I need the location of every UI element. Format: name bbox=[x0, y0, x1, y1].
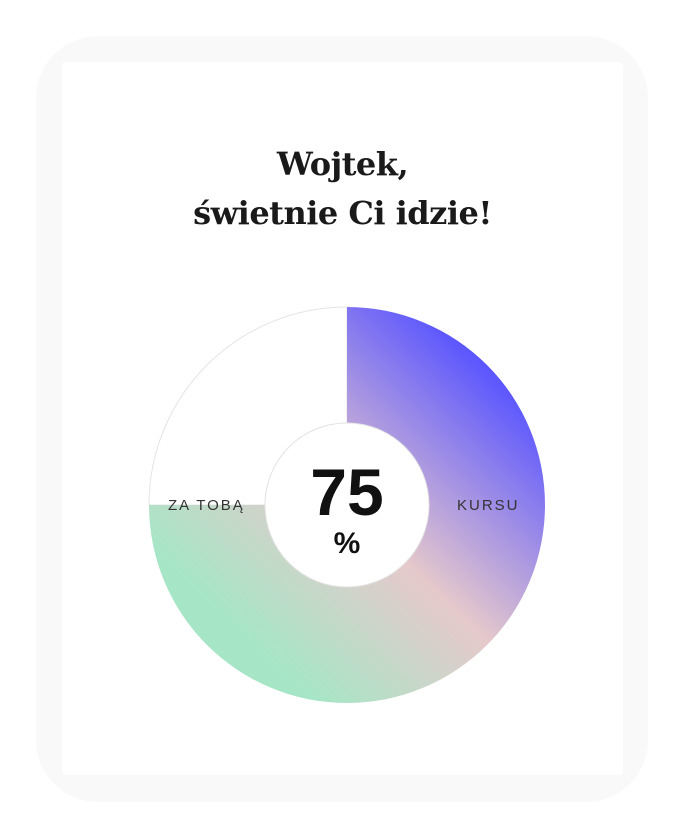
progress-card: Wojtek, świetnie Ci idzie! 75 % ZA TOBĄ … bbox=[62, 62, 623, 775]
progress-percent-value: 75 bbox=[310, 455, 384, 529]
completed-segment-label: ZA TOBĄ bbox=[168, 497, 245, 514]
course-segment-label: KURSU bbox=[457, 497, 520, 514]
greeting-name: Wojtek, bbox=[276, 145, 409, 183]
progress-percent-unit: % bbox=[333, 527, 361, 560]
greeting-message: świetnie Ci idzie! bbox=[193, 194, 492, 232]
